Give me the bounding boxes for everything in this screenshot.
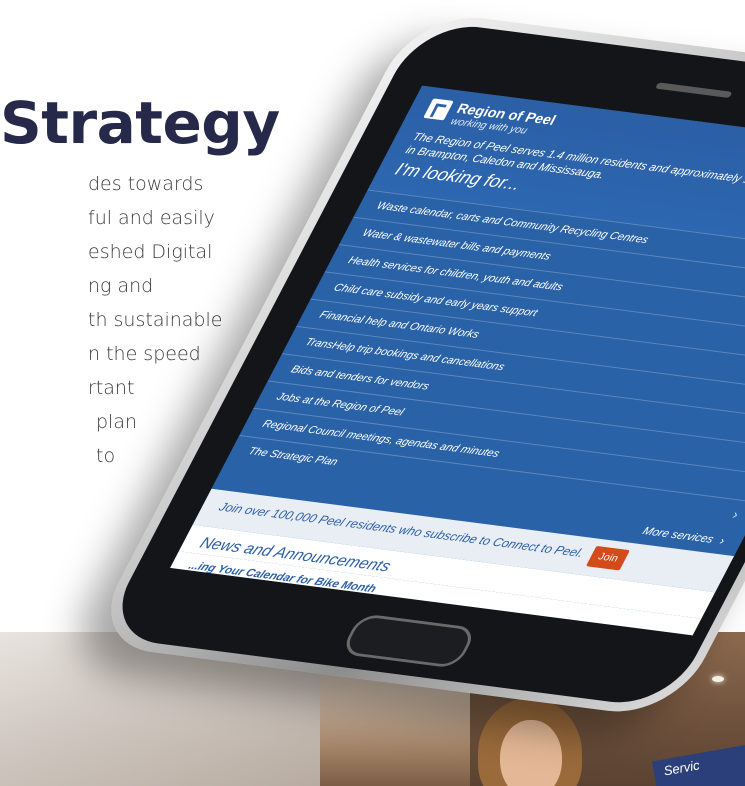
more-services-label: More services xyxy=(640,524,717,546)
chevron-right-icon: › xyxy=(730,506,742,522)
phone-screen: Region of Peel working with you The Regi… xyxy=(170,85,745,636)
peel-logo-icon xyxy=(423,98,454,121)
phone-mockup: Region of Peel working with you The Regi… xyxy=(86,10,745,780)
home-button xyxy=(339,613,478,669)
phone-body: Region of Peel working with you The Regi… xyxy=(86,10,745,720)
join-button[interactable]: Join xyxy=(585,545,631,571)
body-line: to xyxy=(96,445,116,467)
speaker-grille xyxy=(654,82,733,99)
chevron-right-icon: › xyxy=(717,534,728,547)
ceiling-light xyxy=(712,676,724,682)
phone-bezel: Region of Peel working with you The Regi… xyxy=(100,20,745,710)
service-link-label: The Strategic Plan xyxy=(246,446,340,468)
